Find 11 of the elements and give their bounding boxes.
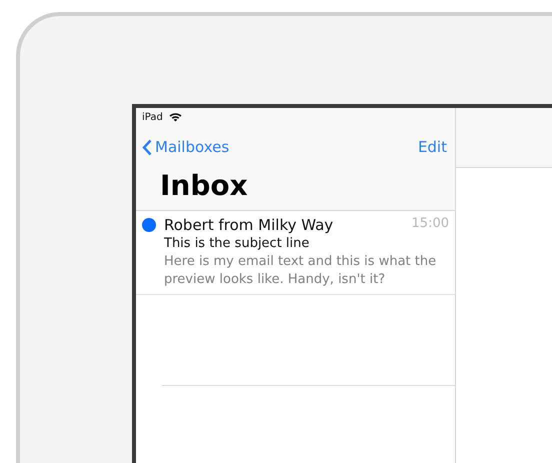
- wifi-icon: [168, 112, 182, 122]
- back-button[interactable]: Mailboxes: [142, 138, 230, 156]
- message-time: 15:00: [412, 216, 449, 233]
- chevron-left-icon: [142, 138, 152, 156]
- message-preview: Here is my email text and this is what the preview looks like. Handy, isn't it?: [164, 253, 438, 288]
- inbox-title: Inbox: [160, 172, 249, 200]
- message-row[interactable]: Robert from Milky Way 15:00 This is the subject line Here is my email text and this is what the preview looks like. Handy, isn't it?: [136, 211, 455, 296]
- device-name: iPad: [142, 112, 163, 122]
- message-subject: This is the subject line: [164, 236, 310, 251]
- sender-name: Robert from Milky Way: [164, 216, 334, 234]
- edit-button[interactable]: Edit: [418, 138, 447, 156]
